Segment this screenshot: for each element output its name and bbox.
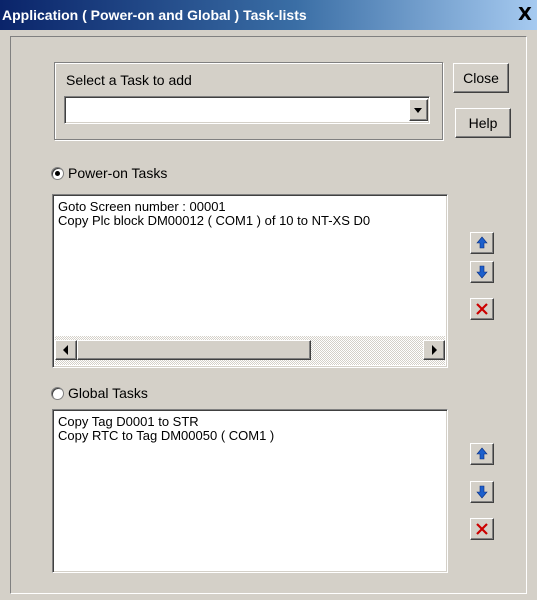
list-item[interactable]: Copy Tag D0001 to STR: [58, 415, 199, 429]
chevron-right-icon: [432, 345, 437, 355]
chevron-left-icon: [63, 345, 68, 355]
global-move-down-button[interactable]: [470, 481, 494, 503]
scroll-right-button[interactable]: [423, 340, 445, 360]
global-tasks-list[interactable]: Copy Tag D0001 to STR Copy RTC to Tag DM…: [52, 409, 448, 573]
close-button[interactable]: Close: [453, 63, 509, 93]
radio-selected-dot: [55, 171, 60, 176]
arrow-down-icon: [476, 485, 488, 499]
scroll-thumb[interactable]: [77, 340, 311, 360]
power-on-delete-button[interactable]: [470, 298, 494, 320]
dropdown-arrow-button[interactable]: [409, 99, 428, 121]
select-task-label: Select a Task to add: [66, 72, 192, 88]
global-tasks-label: Global Tasks: [68, 385, 148, 401]
global-tasks-radio[interactable]: [51, 387, 64, 400]
chevron-down-icon: [414, 108, 422, 113]
list-item[interactable]: Copy Plc block DM00012 ( COM1 ) of 10 to…: [58, 214, 370, 228]
scroll-left-button[interactable]: [55, 340, 77, 360]
delete-x-icon: [476, 523, 488, 535]
arrow-down-icon: [476, 265, 488, 279]
list-item[interactable]: Copy RTC to Tag DM00050 ( COM1 ): [58, 429, 274, 443]
power-on-move-up-button[interactable]: [470, 232, 494, 254]
title-bar: Application ( Power-on and Global ) Task…: [0, 0, 537, 30]
power-on-tasks-label: Power-on Tasks: [68, 165, 168, 181]
horizontal-scrollbar[interactable]: [55, 336, 445, 365]
window-title: Application ( Power-on and Global ) Task…: [2, 7, 307, 23]
help-button[interactable]: Help: [455, 108, 511, 138]
task-lists-dialog: Application ( Power-on and Global ) Task…: [0, 0, 537, 600]
arrow-up-icon: [476, 447, 488, 460]
power-on-move-down-button[interactable]: [470, 261, 494, 283]
global-delete-button[interactable]: [470, 518, 494, 540]
list-item[interactable]: Goto Screen number : 00001: [58, 200, 226, 214]
global-move-up-button[interactable]: [470, 443, 494, 465]
power-on-tasks-radio[interactable]: [51, 167, 64, 180]
delete-x-icon: [476, 303, 488, 315]
select-task-dropdown[interactable]: [64, 96, 430, 124]
arrow-up-icon: [476, 236, 488, 249]
title-close-button[interactable]: X: [516, 6, 534, 24]
power-on-tasks-list[interactable]: Goto Screen number : 00001 Copy Plc bloc…: [52, 194, 448, 368]
